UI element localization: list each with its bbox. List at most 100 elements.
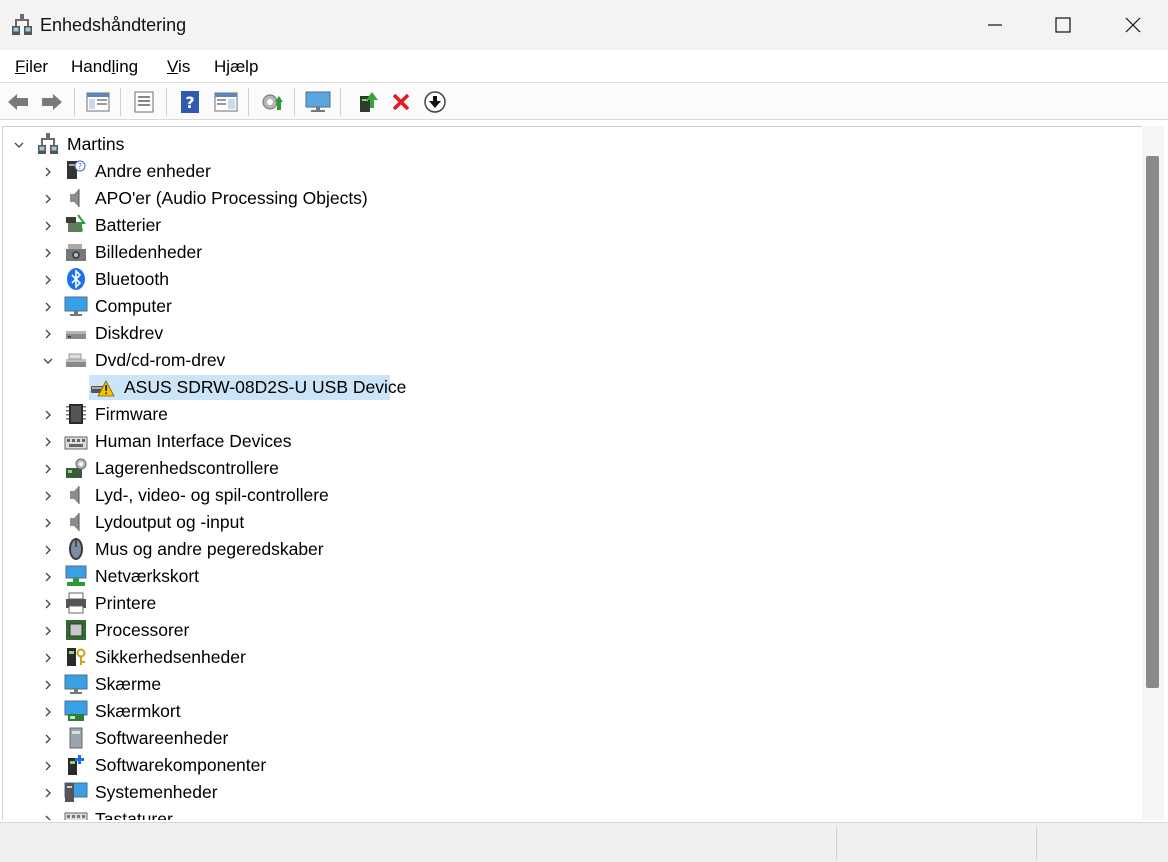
update-driver-icon	[360, 92, 378, 112]
monitor-icon	[305, 91, 331, 112]
chevron-right-icon	[45, 221, 51, 231]
help-button[interactable]: ?	[176, 89, 204, 115]
tree-expander-dvd-cd-rom-drev[interactable]	[41, 354, 55, 368]
tree-item-softwareenheder[interactable]: Softwareenheder	[95, 728, 228, 749]
chevron-right-icon	[45, 329, 51, 339]
tree-item-printere[interactable]: Printere	[95, 593, 156, 614]
tree-item-batterier[interactable]: Batterier	[95, 215, 161, 236]
storage-controller-icon	[64, 456, 88, 480]
scan-hardware-icon	[262, 94, 283, 110]
tree-item-firmware[interactable]: Firmware	[95, 404, 168, 425]
tree-item-lagerenhedscontrollere[interactable]: Lagerenhedscontrollere	[95, 458, 279, 479]
tree-item-apo-er-audio-processing-objects[interactable]: APO'er (Audio Processing Objects)	[95, 188, 368, 209]
tree-expander-skærmkort[interactable]	[41, 705, 55, 719]
chevron-right-icon	[45, 437, 51, 447]
tree-item-systemenheder[interactable]: Systemenheder	[95, 782, 218, 803]
tree-item-tastaturer[interactable]: Tastaturer	[95, 809, 173, 820]
tree-expander-root[interactable]	[12, 138, 26, 152]
properties-button[interactable]	[130, 89, 158, 115]
tree-expander-lydoutput-og-input[interactable]	[41, 516, 55, 530]
tree-root-label[interactable]: Martins	[67, 134, 124, 155]
tree-item-human-interface-devices[interactable]: Human Interface Devices	[95, 431, 291, 452]
scan-hardware-button[interactable]	[258, 89, 286, 115]
tree-item-billedenheder[interactable]: Billedenheder	[95, 242, 202, 263]
tree-expander-human-interface-devices[interactable]	[41, 435, 55, 449]
tree-expander-computer[interactable]	[41, 300, 55, 314]
minimize-button[interactable]	[960, 0, 1030, 50]
tree-expander-batterier[interactable]	[41, 219, 55, 233]
update-driver-button[interactable]	[354, 89, 382, 115]
tree-expander-softwarekomponenter[interactable]	[41, 759, 55, 773]
tree-item-processorer[interactable]: Processorer	[95, 620, 189, 641]
chevron-right-icon	[45, 626, 51, 636]
tree-item-computer[interactable]: Computer	[95, 296, 172, 317]
chevron-right-icon	[45, 599, 51, 609]
close-button[interactable]	[1098, 0, 1168, 50]
tree-expander-printere[interactable]	[41, 597, 55, 611]
tree-expander-sikkerhedsenheder[interactable]	[41, 651, 55, 665]
vertical-scrollbar[interactable]	[1142, 126, 1164, 820]
chevron-right-icon	[45, 680, 51, 690]
chevron-right-icon	[45, 410, 51, 420]
tree-item-lydoutput-og-input[interactable]: Lydoutput og -input	[95, 512, 244, 533]
action-pane-button[interactable]	[212, 89, 240, 115]
tree-item-sikkerhedsenheder[interactable]: Sikkerhedsenheder	[95, 647, 246, 668]
tree-expander-netværkskort[interactable]	[41, 570, 55, 584]
tree-expander-processorer[interactable]	[41, 624, 55, 638]
chevron-right-icon	[45, 815, 51, 820]
device-tree[interactable]: Martins ? Andre enheder APO'er (Audio Proc…	[2, 126, 1142, 820]
tree-item-diskdrev[interactable]: Diskdrev	[95, 323, 163, 344]
tree-item-asus-sdrw-08d2s-u-usb-device[interactable]: ASUS SDRW-08D2S-U USB Device	[124, 377, 406, 398]
tree-item-andre-enheder[interactable]: Andre enheder	[95, 161, 211, 182]
maximize-button[interactable]	[1028, 0, 1098, 50]
tree-expander-systemenheder[interactable]	[41, 786, 55, 800]
tree-expander-mus-og-andre-pegeredskaber[interactable]	[41, 543, 55, 557]
tree-expander-diskdrev[interactable]	[41, 327, 55, 341]
chevron-right-icon	[45, 761, 51, 771]
tree-item-bluetooth[interactable]: Bluetooth	[95, 269, 169, 290]
tree-expander-skærme[interactable]	[41, 678, 55, 692]
computer-root-icon	[36, 132, 60, 156]
chevron-right-icon	[45, 302, 51, 312]
tree-expander-lagerenhedscontrollere[interactable]	[41, 462, 55, 476]
tree-item-skærmkort[interactable]: Skærmkort	[95, 701, 181, 722]
back-button[interactable]	[4, 89, 32, 115]
tree-expander-bluetooth[interactable]	[41, 273, 55, 287]
menu-handling[interactable]: Handling	[71, 57, 138, 77]
speaker-icon	[64, 510, 88, 534]
tree-item-softwarekomponenter[interactable]: Softwarekomponenter	[95, 755, 266, 776]
speaker-icon	[64, 186, 88, 210]
tree-item-dvd-cd-rom-drev[interactable]: Dvd/cd-rom-drev	[95, 350, 225, 371]
camera-icon	[64, 240, 88, 264]
tree-expander-andre-enheder[interactable]	[41, 165, 55, 179]
chevron-right-icon	[45, 788, 51, 798]
tree-expander-billedenheder[interactable]	[41, 246, 55, 260]
chevron-right-icon	[45, 248, 51, 258]
menu-hjaelp[interactable]: Hjælp	[214, 57, 258, 77]
show-hide-console-tree-icon	[86, 92, 110, 112]
tree-expander-lyd-video-og-spil-controllere[interactable]	[41, 489, 55, 503]
battery-icon	[64, 213, 88, 237]
menu-filer[interactable]: Filer	[15, 57, 48, 77]
back-icon	[8, 94, 28, 110]
forward-button[interactable]	[38, 89, 66, 115]
scrollbar-thumb[interactable]	[1146, 156, 1159, 688]
menu-vis[interactable]: Vis	[167, 57, 190, 77]
tree-item-netværkskort[interactable]: Netværkskort	[95, 566, 199, 587]
tree-expander-tastaturer[interactable]	[41, 813, 55, 820]
uninstall-button[interactable]	[387, 89, 415, 115]
console-tree-button[interactable]	[84, 89, 112, 115]
disable-device-icon	[424, 91, 446, 113]
tree-item-mus-og-andre-pegeredskaber[interactable]: Mus og andre pegeredskaber	[95, 539, 324, 560]
computer-icon	[64, 294, 88, 318]
chevron-right-icon	[45, 518, 51, 528]
tree-expander-softwareenheder[interactable]	[41, 732, 55, 746]
tree-item-skærme[interactable]: Skærme	[95, 674, 161, 695]
tree-expander-apo-er-audio-processing-objects[interactable]	[41, 192, 55, 206]
monitor-button[interactable]	[304, 89, 332, 115]
printer-icon	[64, 591, 88, 615]
tree-expander-firmware[interactable]	[41, 408, 55, 422]
disable-device-button[interactable]	[421, 89, 449, 115]
system-device-icon	[64, 780, 88, 804]
tree-item-lyd-video-og-spil-controllere[interactable]: Lyd-, video- og spil-controllere	[95, 485, 329, 506]
